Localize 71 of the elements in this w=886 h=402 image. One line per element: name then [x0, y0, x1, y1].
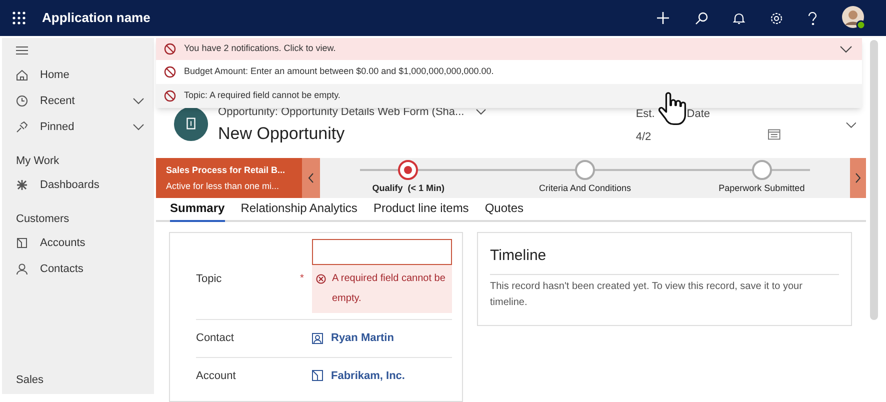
- blocked-icon: [164, 43, 176, 55]
- search-icon[interactable]: [695, 12, 708, 24]
- stage-marker[interactable]: [575, 160, 595, 180]
- field-label: Account: [196, 368, 237, 384]
- nav-item[interactable]: Recent: [2, 88, 154, 114]
- notification-item[interactable]: Budget Amount: Enter an amount between $0.00 and $1,000,000,000,000.00.: [156, 60, 862, 84]
- nav-item[interactable]: Accounts: [2, 230, 154, 256]
- nav-item[interactable]: Dashboards: [2, 172, 154, 198]
- record-title: New Opportunity: [218, 122, 346, 144]
- error-icon: [316, 274, 326, 284]
- chevron-down-icon[interactable]: [846, 122, 856, 129]
- settings-icon[interactable]: [770, 12, 783, 24]
- timeline-title: Timeline: [490, 245, 839, 274]
- field-label: Est.: [636, 107, 655, 122]
- home-icon: [16, 69, 28, 81]
- tab[interactable]: Product line items: [373, 199, 469, 222]
- process-name: Sales Process for Retail B...: [166, 164, 286, 177]
- tab[interactable]: Summary: [170, 199, 225, 222]
- section-heading: Sales: [15, 372, 45, 388]
- building-icon: [312, 370, 323, 382]
- help-icon[interactable]: [808, 12, 817, 24]
- required-marker: *: [300, 272, 304, 286]
- nav-item[interactable]: Home: [2, 62, 154, 88]
- text-field[interactable]: [312, 239, 452, 265]
- avatar-icon[interactable]: [842, 6, 866, 30]
- field-label: Topic: [196, 272, 223, 287]
- app-launcher-icon[interactable]: [12, 11, 26, 25]
- timeline-message: This record hasn't been created yet. To view this record, save it to your timeline.: [490, 280, 804, 310]
- chevron-right-icon: [855, 173, 861, 183]
- process-status: Active for less than one mi...: [166, 180, 280, 192]
- lookup-link[interactable]: Ryan Martin: [312, 330, 452, 346]
- record-icon: [174, 106, 208, 142]
- field-value: 4/2: [636, 130, 652, 144]
- app-title: Application name: [42, 9, 150, 28]
- notification-summary[interactable]: You have 2 notifications. Click to view.: [156, 38, 862, 60]
- stage-label[interactable]: Paperwork Submitted: [718, 182, 805, 196]
- hand-cursor-icon: [658, 92, 686, 126]
- stage-marker[interactable]: [752, 160, 772, 180]
- menu-icon[interactable]: [16, 46, 28, 54]
- person-icon: [16, 263, 28, 275]
- bell-icon[interactable]: [733, 12, 745, 24]
- nav-item[interactable]: Contacts: [2, 256, 154, 282]
- section-heading: My Work: [15, 154, 60, 169]
- clock-icon: [16, 95, 28, 107]
- tab[interactable]: Relationship Analytics: [240, 199, 358, 222]
- tab[interactable]: Quotes: [484, 199, 524, 222]
- contact-card-icon: [312, 332, 323, 344]
- nav-item[interactable]: Pinned: [2, 114, 154, 140]
- chevron-left-icon: [308, 173, 314, 183]
- notification-item[interactable]: Topic: A required field cannot be empty.: [156, 84, 862, 108]
- chevron-down-icon[interactable]: [840, 46, 852, 52]
- chevron-down-icon[interactable]: [133, 124, 144, 130]
- stage-label[interactable]: Qualify (< 1 Min): [372, 182, 444, 196]
- scrollbar[interactable]: [870, 40, 878, 320]
- active-stage-marker[interactable]: [398, 160, 418, 180]
- process-name-panel[interactable]: Sales Process for Retail B... Active for less than one mi...: [156, 158, 302, 198]
- field-label: Date: [686, 107, 710, 122]
- chevron-down-icon[interactable]: [476, 109, 486, 116]
- stage-label[interactable]: Criteria And Conditions: [538, 182, 632, 196]
- field-label: Contact: [196, 331, 235, 346]
- blocked-icon: [164, 90, 176, 102]
- building-icon: [16, 237, 28, 249]
- lookup-link[interactable]: Fabrikam, Inc.: [312, 368, 452, 384]
- calendar-icon[interactable]: [768, 128, 781, 140]
- blocked-icon: [164, 66, 176, 78]
- pin-icon: [16, 121, 28, 133]
- section-heading: Customers: [15, 212, 70, 227]
- add-icon[interactable]: [656, 11, 670, 25]
- chevron-down-icon[interactable]: [133, 98, 144, 104]
- error-message: A required field cannot be empty.: [312, 265, 452, 313]
- dashboard-icon: [16, 179, 28, 191]
